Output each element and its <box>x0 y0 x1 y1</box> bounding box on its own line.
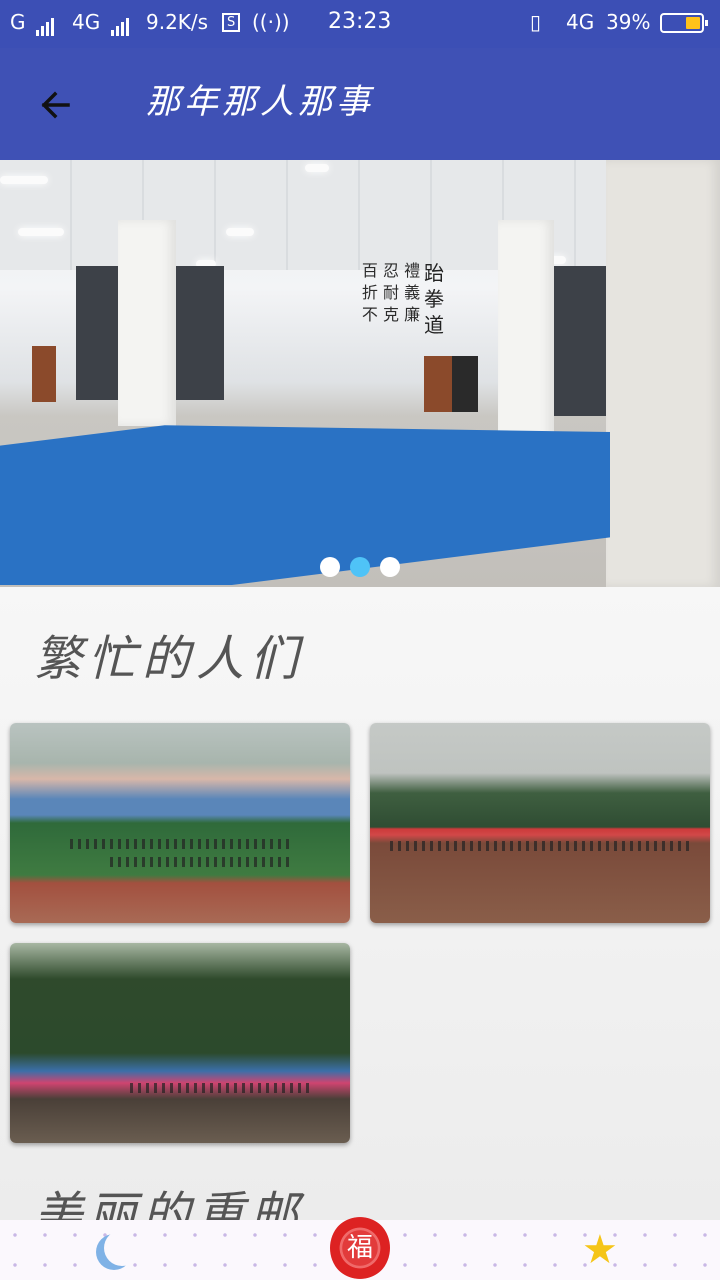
pillar <box>606 160 720 587</box>
carousel-dot-active[interactable] <box>350 557 370 577</box>
crowd <box>130 1083 310 1093</box>
section-title-beautiful-cqupt: 美丽的重邮 <box>34 1187 305 1220</box>
network-type-label: 4G <box>72 10 101 34</box>
fu-emblem-icon: 福 <box>330 1216 390 1280</box>
photo-campus-tents[interactable] <box>10 943 350 1143</box>
section-title-busy-people: 繁忙的人们 <box>34 631 305 687</box>
bottom-navigation: 福 ★ <box>0 1216 720 1280</box>
arrow-left-icon <box>41 91 70 119</box>
carousel-indicator <box>0 557 720 581</box>
hotspot-icon: ((·)) <box>252 10 290 34</box>
status-bar: G 4G 9.2K/s S ((·)) 23:23 ▯ 4G 39% <box>0 0 720 48</box>
vibrate-icon: ▯ <box>530 10 542 34</box>
sync-icon: S <box>222 13 241 32</box>
star-icon: ★ <box>582 1227 618 1273</box>
wall-title: 跆拳道 <box>424 261 444 337</box>
clock: 23:23 <box>328 9 392 34</box>
carousel-dot[interactable] <box>380 557 400 577</box>
ceiling-light <box>305 164 329 172</box>
crowd <box>110 857 290 867</box>
crowd <box>70 839 290 849</box>
nav-home-button[interactable]: 福 <box>328 1216 392 1280</box>
carrier-label: G <box>10 10 26 34</box>
image-carousel[interactable]: 百 忍 禮 折 耐 義 不 克 廉 跆拳道 <box>0 160 720 587</box>
crowd <box>390 841 690 851</box>
door <box>32 346 56 402</box>
data-network-label: 4G <box>566 10 595 34</box>
battery-icon <box>660 13 708 33</box>
content-scroll[interactable]: 繁忙的人们 美丽的重邮 <box>0 587 720 1220</box>
carousel-dot[interactable] <box>320 557 340 577</box>
battery-percent: 39% <box>606 10 651 34</box>
ceiling-light <box>226 228 254 236</box>
nav-moon-button[interactable] <box>96 1224 152 1276</box>
network-speed: 9.2K/s <box>146 10 209 34</box>
pillar <box>118 220 176 426</box>
signal-bars-icon <box>110 12 131 36</box>
app-bar: 那年那人那事 <box>0 48 720 160</box>
ceiling-light <box>0 176 48 184</box>
signal-indicator: G <box>10 10 56 36</box>
moon-icon <box>104 1230 140 1266</box>
page-title: 那年那人那事 <box>146 82 374 122</box>
back-button[interactable] <box>28 78 84 134</box>
pillar <box>498 220 554 442</box>
doorway <box>452 356 478 412</box>
ceiling-light <box>18 228 64 236</box>
nav-star-button[interactable]: ★ <box>572 1224 628 1276</box>
signal-indicator-2: 4G <box>72 10 131 36</box>
signal-bars-icon <box>35 12 56 36</box>
photo-field-tents[interactable] <box>370 723 710 923</box>
door <box>424 356 452 412</box>
photo-stadium[interactable] <box>10 723 350 923</box>
